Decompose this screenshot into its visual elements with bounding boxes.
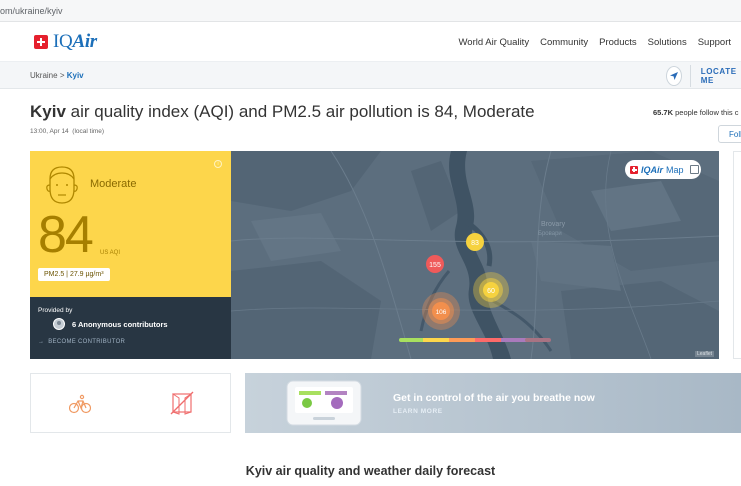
station-value: 60 [487, 288, 495, 295]
forecast-heading: Kyiv air quality and weather daily forec… [245, 464, 496, 478]
nav-community[interactable]: Community [540, 37, 588, 48]
learn-more-link[interactable]: LEARN MORE [393, 408, 443, 415]
locate-me-button[interactable]: LOCATE ME [666, 65, 741, 87]
aqi-level-label: Moderate [90, 178, 137, 190]
url-text[interactable]: om/ukraine/kyiv [0, 6, 63, 16]
aqi-color-scale [399, 338, 551, 342]
become-contributor-link[interactable]: → BECOME CONTRIBUTOR [38, 339, 125, 345]
contributors-panel: Provided by 6 Anonymous contributors → B… [30, 297, 231, 359]
breadcrumb-separator: > [59, 71, 65, 80]
iqair-map-badge[interactable]: IQAir Map [625, 160, 701, 179]
nav-world-air-quality[interactable]: World Air Quality [459, 37, 530, 48]
side-panel-edge [733, 151, 741, 359]
station-value: 155 [429, 262, 441, 269]
location-arrow-icon [666, 66, 682, 86]
locate-divider [689, 65, 691, 87]
main-nav: World Air Quality Community Products Sol… [459, 37, 732, 48]
air-monitor-device-icon [286, 380, 362, 426]
promo-headline: Get in control of the air you breathe no… [393, 392, 595, 404]
logo-wordmark: IQAir [53, 31, 97, 52]
promo-banner[interactable]: Get in control of the air you breathe no… [245, 373, 741, 433]
station-marker-155[interactable]: 155 [426, 255, 444, 273]
air-quality-map[interactable]: Brovary Бровари 155 83 60 106 [231, 151, 719, 359]
bike-icon [69, 394, 91, 414]
breadcrumb-kyiv: Kyiv [66, 71, 84, 80]
followers-count: 65.7K people follow this c [653, 108, 739, 117]
swiss-cross-icon [630, 165, 638, 174]
pollutant-badge: PM2.5 | 27.9 µg/m³ [38, 268, 110, 281]
aqi-value: 84 [38, 206, 94, 264]
station-value: 106 [436, 309, 447, 316]
swiss-cross-icon [34, 35, 48, 49]
local-time: 13:00, Apr 14 (local time) [30, 128, 105, 135]
station-marker-106[interactable]: 106 [432, 302, 450, 320]
browser-url-bar[interactable]: om/ukraine/kyiv [0, 0, 741, 22]
follow-button[interactable]: Foll [718, 125, 741, 143]
map-place-label: Brovary [541, 221, 566, 228]
iqair-logo[interactable]: IQAir [34, 31, 97, 52]
scale-good [399, 338, 425, 342]
map-canvas[interactable]: Brovary Бровари 155 83 60 106 [231, 151, 719, 359]
nav-support[interactable]: Support [698, 37, 731, 48]
nav-products[interactable]: Products [599, 37, 637, 48]
aqi-unit: US AQI [100, 250, 121, 256]
scale-very-unhealthy [501, 338, 527, 342]
contributors-count[interactable]: 6 Anonymous contributors [72, 320, 168, 329]
nav-solutions[interactable]: Solutions [648, 37, 687, 48]
page-title: Kyiv air quality index (AQI) and PM2.5 a… [30, 102, 535, 121]
breadcrumb-ukraine[interactable]: Ukraine [30, 71, 58, 80]
map-place-label-local: Бровари [538, 231, 562, 237]
locate-me-label: LOCATE ME [700, 67, 737, 85]
recommendations-card [30, 373, 231, 433]
provided-by-label: Provided by [38, 307, 73, 314]
info-icon[interactable]: i [214, 160, 222, 168]
contributor-avatar [53, 318, 65, 330]
breadcrumb: Ukraine > Kyiv [30, 71, 84, 80]
window-closed-icon [170, 391, 194, 415]
scale-hazardous [525, 338, 551, 342]
breadcrumb-bar: Ukraine > Kyiv LOCATE ME [0, 62, 741, 89]
station-marker-60[interactable]: 60 [483, 282, 499, 298]
moderate-face-icon [46, 166, 78, 204]
fullscreen-icon[interactable] [689, 165, 699, 174]
site-header: IQAir World Air Quality Community Produc… [0, 22, 741, 62]
scale-unhealthy [475, 338, 501, 342]
scale-moderate [423, 338, 449, 342]
map-attribution[interactable]: Leaflet [695, 351, 715, 357]
aqi-card: Moderate i 84 US AQI PM2.5 | 27.9 µg/m³ [30, 151, 231, 297]
scale-sensitive [449, 338, 475, 342]
station-value: 83 [471, 240, 479, 247]
map-badge-brand: IQAir [641, 164, 664, 175]
map-badge-label: Map [666, 164, 684, 175]
station-marker-83[interactable]: 83 [466, 233, 484, 251]
